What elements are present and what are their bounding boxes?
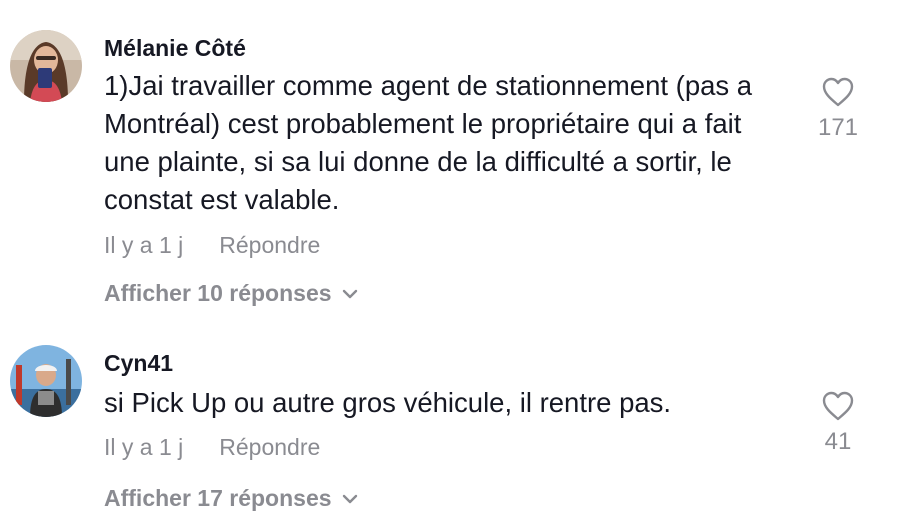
avatar-image xyxy=(10,30,82,102)
comment-item: Mélanie Côté 1)Jai travailler comme agen… xyxy=(0,0,904,320)
like-button[interactable]: 171 xyxy=(800,76,876,142)
avatar[interactable] xyxy=(10,345,82,417)
view-replies-button[interactable]: Afficher 10 réponses xyxy=(104,280,358,307)
comment-text: si Pick Up ou autre gros véhicule, il re… xyxy=(104,387,672,418)
heart-outline-icon xyxy=(822,77,854,107)
reply-button[interactable]: Répondre xyxy=(219,232,320,258)
view-replies-label: Afficher 10 réponses xyxy=(104,280,332,306)
avatar-image xyxy=(10,345,82,417)
comment-username[interactable]: Mélanie Côté xyxy=(104,35,246,62)
like-count: 171 xyxy=(817,114,859,141)
chevron-down-icon xyxy=(342,494,357,503)
comment-timestamp: Il y a 1 j xyxy=(104,434,184,460)
reply-button[interactable]: Répondre xyxy=(219,434,320,460)
heart-outline-icon xyxy=(822,391,854,421)
like-button[interactable]: 41 xyxy=(800,390,876,456)
comment-item: Cyn41 si Pick Up ou autre gros véhicule,… xyxy=(0,320,904,530)
comment-timestamp: Il y a 1 j xyxy=(104,232,184,258)
comment-meta: Il y a 1 j Répondre xyxy=(104,434,320,461)
like-count: 41 xyxy=(824,428,852,455)
chevron-down-icon xyxy=(342,289,357,298)
avatar[interactable] xyxy=(10,30,82,102)
view-replies-button[interactable]: Afficher 17 réponses xyxy=(104,485,358,512)
comment-meta: Il y a 1 j Répondre xyxy=(104,232,320,259)
comment-username[interactable]: Cyn41 xyxy=(104,350,173,377)
view-replies-label: Afficher 17 réponses xyxy=(104,485,332,511)
comment-text: 1)Jai travailler comme agent de stationn… xyxy=(104,70,753,215)
